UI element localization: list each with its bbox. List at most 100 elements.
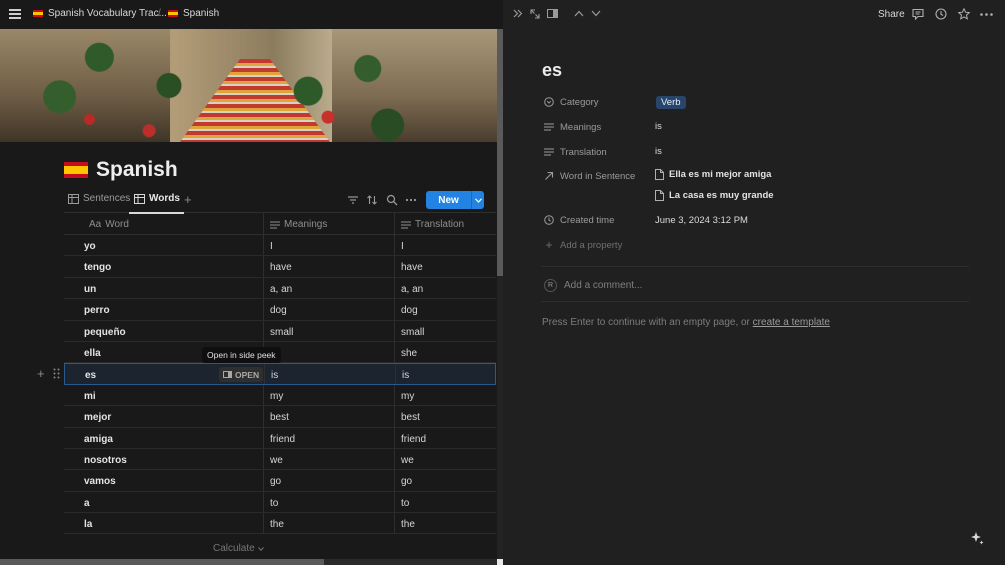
table-row[interactable]: perro dog dog xyxy=(64,299,496,321)
table-row[interactable]: amiga friend friend xyxy=(64,427,496,449)
property-meanings[interactable]: Meanings xyxy=(544,118,601,136)
table-row[interactable]: a to to xyxy=(64,491,496,514)
translation-cell[interactable]: she xyxy=(401,348,417,359)
word-cell[interactable]: nosotros xyxy=(84,455,127,466)
filter-icon[interactable] xyxy=(347,194,359,206)
translation-cell[interactable]: we xyxy=(401,455,414,466)
word-cell[interactable]: mi xyxy=(84,391,96,402)
close-peek-icon[interactable] xyxy=(513,9,523,18)
word-cell[interactable]: mejor xyxy=(84,412,111,423)
property-word-in-sentence[interactable]: Word in Sentence xyxy=(544,167,635,185)
translation-cell[interactable]: go xyxy=(401,476,412,487)
calculate-button[interactable]: Calculate xyxy=(213,543,264,554)
table-row[interactable]: mi my my xyxy=(64,384,496,407)
translation-cell[interactable]: friend xyxy=(401,434,426,445)
table-row[interactable]: tengo have have xyxy=(64,256,496,278)
tab-words[interactable]: Words xyxy=(129,193,184,214)
table-row[interactable]: nosotros we we xyxy=(64,448,496,471)
breadcrumb-page[interactable]: Spanish xyxy=(168,8,219,19)
chevron-down-icon[interactable] xyxy=(591,10,601,17)
column-header-meanings[interactable]: Meanings xyxy=(270,219,327,230)
spain-flag-icon[interactable] xyxy=(64,162,88,178)
table-row[interactable]: la the the xyxy=(64,513,496,535)
search-icon[interactable] xyxy=(386,194,398,206)
category-tag[interactable]: Verb xyxy=(656,96,686,109)
translation-cell[interactable]: small xyxy=(401,327,424,338)
meanings-cell[interactable]: my xyxy=(270,391,283,402)
meanings-cell[interactable]: friend xyxy=(270,434,295,445)
meanings-cell[interactable]: go xyxy=(270,476,281,487)
peek-title[interactable]: es xyxy=(542,60,562,81)
meanings-cell[interactable]: we xyxy=(270,455,283,466)
translation-cell[interactable]: have xyxy=(401,262,423,273)
word-cell[interactable]: ella xyxy=(84,348,101,359)
table-row[interactable]: mejor best best xyxy=(64,406,496,428)
add-row-icon[interactable]: + xyxy=(37,367,45,380)
table-row[interactable]: es is is OPEN xyxy=(64,363,496,385)
word-cell[interactable]: es xyxy=(85,370,96,381)
translation-cell[interactable]: a, an xyxy=(401,284,423,295)
sidebar-menu-icon[interactable] xyxy=(9,9,21,19)
meanings-cell[interactable]: is xyxy=(271,370,278,381)
add-view-icon[interactable]: + xyxy=(184,192,192,207)
sentence-relation-link[interactable]: La casa es muy grande xyxy=(655,190,774,201)
meanings-cell[interactable]: to xyxy=(270,498,278,509)
table-row[interactable]: vamos go go xyxy=(64,470,496,492)
property-category[interactable]: Category xyxy=(544,93,599,111)
new-dropdown-button[interactable] xyxy=(471,191,484,209)
property-created-time[interactable]: Created time xyxy=(544,211,614,229)
word-cell[interactable]: amiga xyxy=(84,434,113,445)
word-cell[interactable]: pequeño xyxy=(84,327,126,338)
new-button[interactable]: New xyxy=(426,191,471,209)
meanings-value[interactable]: is xyxy=(655,121,662,132)
translation-cell[interactable]: the xyxy=(401,519,415,530)
history-icon[interactable] xyxy=(935,8,947,20)
more-options-icon[interactable] xyxy=(980,13,993,16)
comment-input[interactable]: R Add a comment... xyxy=(544,279,642,292)
meanings-cell[interactable]: I xyxy=(270,241,273,252)
column-header-word[interactable]: Aa Word xyxy=(89,219,129,230)
translation-cell[interactable]: to xyxy=(401,498,409,509)
translation-cell[interactable]: I xyxy=(401,241,404,252)
page-title[interactable]: Spanish xyxy=(96,158,178,182)
meanings-cell[interactable]: a, an xyxy=(270,284,292,295)
sort-icon[interactable] xyxy=(366,194,378,206)
word-cell[interactable]: la xyxy=(84,519,92,530)
meanings-cell[interactable]: dog xyxy=(270,305,287,316)
word-cell[interactable]: tengo xyxy=(84,262,111,273)
drag-handle-icon[interactable] xyxy=(53,368,60,379)
sentence-relation-link[interactable]: Ella es mi mejor amiga xyxy=(655,169,771,180)
favorite-star-icon[interactable] xyxy=(958,8,970,20)
open-in-side-peek-button[interactable]: OPEN xyxy=(219,367,264,383)
more-options-icon[interactable] xyxy=(405,194,417,206)
translation-cell[interactable]: is xyxy=(402,370,409,381)
comment-icon[interactable] xyxy=(912,8,924,20)
column-header-translation[interactable]: Translation xyxy=(401,219,464,230)
word-cell[interactable]: yo xyxy=(84,241,96,252)
property-translation[interactable]: Translation xyxy=(544,143,607,161)
table-row[interactable]: un a, an a, an xyxy=(64,277,496,300)
table-row[interactable]: pequeño small small xyxy=(64,320,496,342)
ai-sparkle-icon[interactable] xyxy=(969,530,985,546)
word-cell[interactable]: perro xyxy=(84,305,110,316)
create-template-link[interactable]: create a template xyxy=(753,317,830,328)
table-row[interactable]: yo I I xyxy=(64,235,496,257)
chevron-up-icon[interactable] xyxy=(574,10,584,17)
meanings-cell[interactable]: have xyxy=(270,262,292,273)
meanings-cell[interactable]: the xyxy=(270,519,284,530)
translation-cell[interactable]: my xyxy=(401,391,414,402)
add-property-button[interactable]: + Add a property xyxy=(544,236,622,254)
word-cell[interactable]: vamos xyxy=(84,476,116,487)
side-peek-mode-icon[interactable] xyxy=(547,9,558,18)
meanings-cell[interactable]: best xyxy=(270,412,289,423)
share-button[interactable]: Share xyxy=(878,9,905,20)
expand-icon[interactable] xyxy=(530,9,540,19)
word-cell[interactable]: a xyxy=(84,498,90,509)
horizontal-scrollbar[interactable] xyxy=(0,559,497,565)
translation-value[interactable]: is xyxy=(655,146,662,157)
word-cell[interactable]: un xyxy=(84,284,96,295)
meanings-cell[interactable]: small xyxy=(270,327,293,338)
breadcrumb-database[interactable]: Spanish Vocabulary Trac... xyxy=(33,8,167,19)
translation-cell[interactable]: dog xyxy=(401,305,418,316)
tab-sentences[interactable]: Sentences xyxy=(68,193,130,204)
